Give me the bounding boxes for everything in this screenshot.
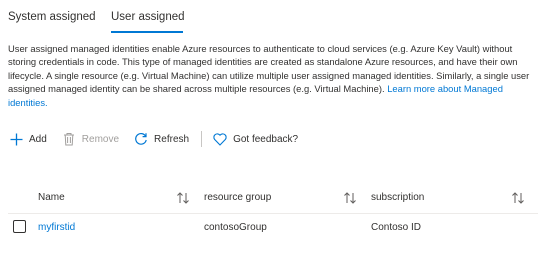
column-header-subscription[interactable]: subscription	[371, 192, 424, 203]
feedback-button[interactable]: Got feedback?	[212, 128, 298, 150]
tab-user-assigned[interactable]: User assigned	[111, 11, 185, 23]
tab-system-assigned[interactable]: System assigned	[8, 11, 96, 23]
identity-name-link[interactable]: myfirstid	[38, 222, 75, 233]
trash-icon	[61, 131, 77, 147]
resource-group-cell: contosoGroup	[204, 222, 267, 233]
column-header-name[interactable]: Name	[38, 192, 65, 203]
refresh-label: Refresh	[154, 133, 190, 145]
identity-tabs: System assigned User assigned	[0, 0, 545, 36]
identities-table: Name resource group subscription myfirst…	[8, 183, 538, 242]
remove-button[interactable]: Remove	[61, 128, 119, 150]
description-paragraph: User assigned managed identities enable …	[8, 42, 538, 109]
refresh-button[interactable]: Refresh	[133, 128, 189, 150]
refresh-icon	[133, 131, 149, 147]
sort-resource-group-icon[interactable]	[343, 191, 357, 205]
subscription-cell: Contoso ID	[371, 222, 422, 233]
table-header: Name resource group subscription	[8, 183, 538, 213]
command-bar: Add Remove Refresh Got feedback?	[8, 128, 538, 150]
add-label: Add	[29, 133, 47, 145]
plus-icon	[8, 131, 24, 147]
heart-icon	[212, 131, 228, 147]
sort-subscription-icon[interactable]	[511, 191, 525, 205]
toolbar-divider	[201, 131, 203, 147]
remove-label: Remove	[81, 133, 120, 145]
sort-name-icon[interactable]	[176, 191, 190, 205]
add-button[interactable]: Add	[8, 128, 47, 150]
active-tab-indicator	[111, 31, 183, 33]
column-header-resource-group[interactable]: resource group	[204, 192, 271, 203]
feedback-label: Got feedback?	[233, 133, 299, 145]
row-checkbox[interactable]	[13, 220, 26, 233]
table-row[interactable]: myfirstid contosoGroup Contoso ID	[8, 213, 538, 242]
